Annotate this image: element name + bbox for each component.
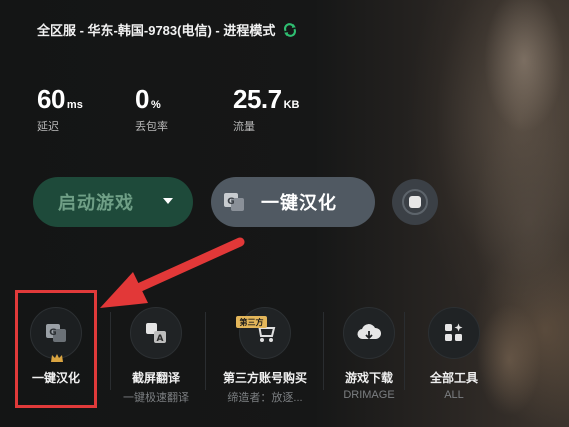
traffic-value: 25.7 <box>233 84 282 114</box>
packet-loss-unit: % <box>150 99 161 111</box>
tool-all-tools[interactable]: 全部工具 ALL <box>413 290 495 408</box>
divider <box>404 312 405 390</box>
tool-icon-circle <box>239 307 291 359</box>
network-stats: 60 ms 延迟 0 % 丢包率 25.7 KB 流量 <box>37 84 300 134</box>
packet-loss-stat: 0 % 丢包率 <box>135 84 233 134</box>
translate-icon: G <box>224 193 244 211</box>
tool-subtitle: ALL <box>444 389 464 401</box>
one-click-localize-button[interactable]: G 一键汉化 <box>211 177 375 227</box>
stop-button[interactable] <box>392 179 438 225</box>
tool-icon-circle <box>343 307 395 359</box>
cloud-download-icon <box>357 324 382 340</box>
traffic-label: 流量 <box>233 121 255 133</box>
chevron-down-icon[interactable] <box>163 198 173 204</box>
apps-grid-icon <box>445 323 463 341</box>
tool-game-download[interactable]: 游戏下载 DRIMAGE <box>328 290 410 408</box>
divider <box>205 312 206 390</box>
server-title: 全区服 - 华东-韩国-9783(电信) - 进程模式 <box>37 23 276 38</box>
start-game-button[interactable]: 启动游戏 <box>33 177 193 227</box>
tool-name: 全部工具 <box>429 371 478 385</box>
divider <box>110 312 111 390</box>
tool-subtitle: 缔造者：放逐... <box>227 392 303 404</box>
tool-one-click-localize[interactable]: G 一键汉化 <box>15 290 97 408</box>
latency-stat: 60 ms 延迟 <box>37 84 135 134</box>
tool-screenshot-translate[interactable]: A 截屏翻译 一键极速翻译 <box>115 290 197 408</box>
screen-translate-icon: A <box>146 323 166 344</box>
packet-loss-value: 0 <box>135 84 149 114</box>
packet-loss-label: 丢包率 <box>135 121 168 133</box>
tool-bar: G 一键汉化 A 截屏翻译 一键极速翻译 第三方账号购买 缔造者：放逐... 第… <box>15 290 505 410</box>
tool-subtitle: DRIMAGE <box>343 389 395 401</box>
svg-text:A: A <box>157 334 164 344</box>
latency-unit: ms <box>66 99 83 111</box>
traffic-stat: 25.7 KB 流量 <box>233 84 300 134</box>
highlight-box <box>15 290 97 408</box>
divider <box>323 312 324 390</box>
start-game-label: 启动游戏 <box>58 193 134 213</box>
latency-value: 60 <box>37 84 65 114</box>
third-party-badge: 第三方 <box>236 316 267 328</box>
tool-icon-circle: A <box>130 307 182 359</box>
tool-name: 第三方账号购买 <box>222 371 307 385</box>
stop-icon <box>409 196 421 208</box>
tool-subtitle: 一键极速翻译 <box>123 392 189 404</box>
svg-text:G: G <box>227 197 234 207</box>
tool-icon-circle <box>428 307 480 359</box>
traffic-unit: KB <box>283 99 300 111</box>
header: 全区服 - 华东-韩国-9783(电信) - 进程模式 <box>37 20 297 39</box>
tool-third-party-account[interactable]: 第三方账号购买 缔造者：放逐... <box>210 290 320 408</box>
tool-name: 游戏下载 <box>344 371 393 385</box>
tool-name: 截屏翻译 <box>131 371 180 385</box>
stop-ring <box>402 189 428 215</box>
latency-label: 延迟 <box>37 121 59 133</box>
sync-icon[interactable] <box>283 22 297 37</box>
one-click-localize-label: 一键汉化 <box>261 193 337 213</box>
